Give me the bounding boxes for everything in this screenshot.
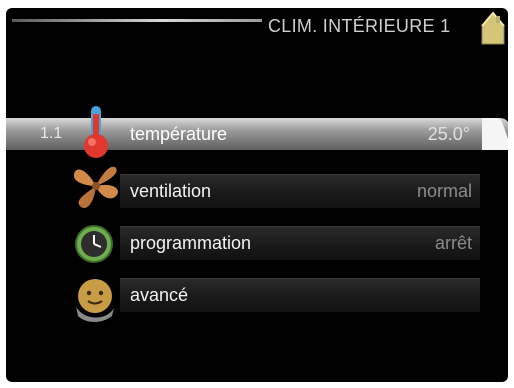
menu-item-label: programmation xyxy=(130,233,252,253)
header-divider xyxy=(12,19,262,22)
menu-item-ventilation[interactable]: ventilation normal xyxy=(120,174,480,208)
clock-icon xyxy=(75,225,113,263)
selection-corner-tab xyxy=(482,118,508,150)
home-icon[interactable] xyxy=(476,10,508,46)
menu-item-avance[interactable]: avancé xyxy=(120,278,480,312)
menu-item-label: avancé xyxy=(130,285,189,305)
technician-icon xyxy=(76,279,114,322)
menu-item-label: température xyxy=(130,123,228,144)
page-title: CLIM. INTÉRIEURE 1 xyxy=(268,16,451,36)
thermometer-icon xyxy=(84,106,108,158)
screen: CLIM. INTÉRIEURE 1 1.1 température 25.0°… xyxy=(6,8,508,382)
menu-item-number: 1.1 xyxy=(40,125,63,142)
fan-icon xyxy=(73,166,118,208)
menu-item-value: 25.0° xyxy=(427,123,470,144)
menu-item-programmation[interactable]: programmation arrêt xyxy=(120,226,480,260)
menu-item-value: arrêt xyxy=(434,233,472,253)
menu-item-label: ventilation xyxy=(130,181,212,201)
menu-item-value: normal xyxy=(416,181,472,201)
